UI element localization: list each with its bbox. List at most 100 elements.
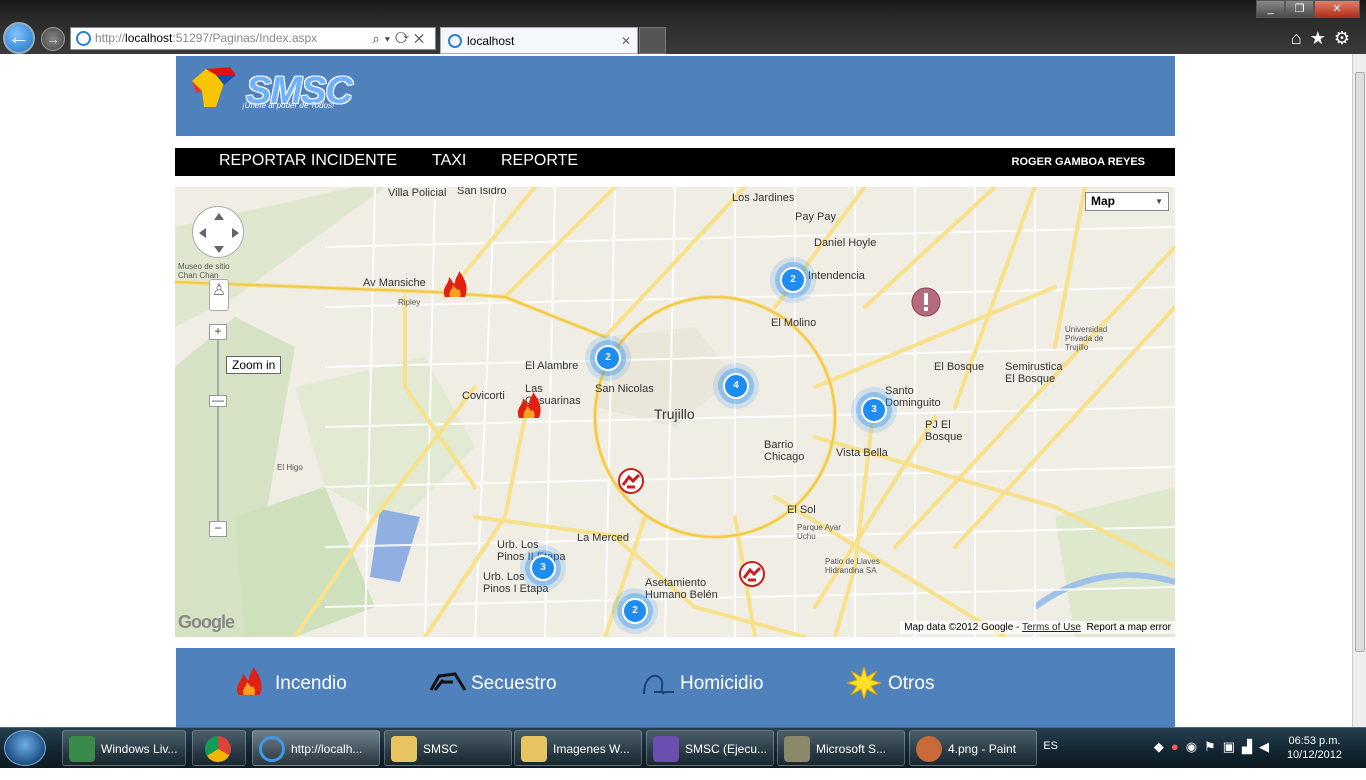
taskbar-smsc-folder[interactable]: SMSC <box>384 730 512 766</box>
chevron-down-icon: ▼ <box>1155 197 1163 206</box>
tab-title: localhost <box>467 34 515 48</box>
zoom-out-button[interactable]: − <box>209 521 227 537</box>
browser-tab[interactable]: localhost ✕ <box>440 27 638 54</box>
homicide-icon[interactable] <box>617 467 645 495</box>
zoom-slider-handle[interactable]: — <box>209 394 227 407</box>
taskbar-chrome[interactable] <box>192 730 246 766</box>
report-error-link[interactable]: Report a map error <box>1087 622 1171 633</box>
visual-studio-icon <box>653 736 679 762</box>
pegman-icon[interactable]: ♙ <box>209 279 229 311</box>
burst-icon <box>847 667 881 699</box>
user-name: ROGER GAMBOA REYES <box>1011 156 1145 168</box>
map-label: La Merced <box>577 532 629 544</box>
network-icon[interactable]: ◉ <box>1186 739 1204 754</box>
map-label: Los Jardines <box>732 192 795 204</box>
back-button[interactable]: ← <box>3 22 35 54</box>
map-label: Av Mansiche <box>363 277 426 289</box>
start-button[interactable] <box>4 730 46 766</box>
page-scrollbar[interactable] <box>1352 54 1366 727</box>
taskbar-sql-server[interactable]: Microsoft S... <box>777 730 905 766</box>
incident-cluster[interactable]: 2 <box>595 345 621 371</box>
ie-icon <box>259 736 285 762</box>
incident-cluster[interactable]: 2 <box>622 598 648 624</box>
incident-map[interactable]: Villa Policial San Isidro Los Jardines P… <box>175 187 1175 637</box>
legend-incendio: Incendio <box>275 673 347 694</box>
taskbar-paint[interactable]: 4.png - Paint <box>909 730 1037 766</box>
browser-toolbar-icons: ⌂★⚙ <box>1291 28 1358 49</box>
volume-icon[interactable]: ◀ <box>1259 739 1276 754</box>
clock-time: 06:53 p.m. <box>1288 735 1341 747</box>
homicide-icon <box>643 674 674 695</box>
map-type-select[interactable]: Map ▼ <box>1085 192 1169 211</box>
homicide-icon[interactable] <box>738 560 766 588</box>
url-prefix: http:// <box>95 31 126 45</box>
map-label: Semirustica El Bosque <box>1005 361 1063 385</box>
pan-control[interactable] <box>192 206 244 258</box>
incident-cluster[interactable]: 4 <box>723 373 749 399</box>
language-indicator[interactable]: ES <box>1043 740 1058 752</box>
ie-icon <box>448 34 462 48</box>
map-type-value: Map <box>1091 194 1115 208</box>
incident-legend: Incendio Secuestro Homicidio Otros <box>176 648 1175 727</box>
clock[interactable]: 06:53 p.m. 10/12/2012 <box>1287 734 1342 762</box>
map-label: Asetamiento Humano Belén <box>645 577 718 601</box>
menu-reporte[interactable]: REPORTE <box>501 152 578 170</box>
map-label: Villa Policial <box>388 187 447 199</box>
device-icon[interactable]: ▣ <box>1223 739 1242 754</box>
map-label: Barrio Chicago <box>764 439 805 463</box>
fire-icon[interactable] <box>515 392 543 420</box>
main-menu: REPORTAR INCIDENTE TAXI REPORTE ROGER GA… <box>175 148 1175 176</box>
map-label: Covicorti <box>462 390 505 402</box>
address-bar[interactable]: http://localhost:51297/Paginas/Index.asp… <box>70 27 436 50</box>
taskbar-windows-live[interactable]: Windows Liv... <box>62 730 186 766</box>
zoom-in-button[interactable]: + <box>209 324 227 340</box>
close-window-button[interactable]: ✕ <box>1314 0 1360 18</box>
fire-icon <box>237 667 262 695</box>
scrollbar-thumb[interactable] <box>1355 72 1365 652</box>
map-label: Ripley <box>398 298 421 307</box>
minimize-button[interactable]: _ <box>1256 0 1285 18</box>
folder-icon <box>521 736 547 762</box>
map-data-credit: Map data ©2012 Google - <box>904 622 1020 633</box>
address-tools-icon[interactable]: ⌕▾⟳✕ <box>372 28 429 49</box>
home-icon[interactable]: ⌂ <box>1291 28 1310 48</box>
map-label: San Isidro <box>457 187 507 197</box>
map-attribution: Map data ©2012 Google - Terms of Use Rep… <box>900 621 1175 634</box>
map-label: El Alambre <box>525 360 579 372</box>
favorites-icon[interactable]: ★ <box>1310 28 1334 48</box>
clock-date: 10/12/2012 <box>1286 749 1342 761</box>
url-rest: :51297/Paginas/Index.aspx <box>172 31 318 45</box>
menu-taxi[interactable]: TAXI <box>432 152 466 170</box>
dropbox-icon[interactable]: ◆ <box>1154 739 1171 754</box>
warning-icon[interactable]: ● <box>1171 739 1186 754</box>
logo-tagline: ¡Únete al poder de Todos! <box>242 101 335 110</box>
flag-icon[interactable]: ⚑ <box>1204 739 1223 754</box>
forward-button[interactable]: → <box>41 27 65 51</box>
taskbar-visual-studio[interactable]: SMSC (Ejecu... <box>646 730 774 766</box>
ie-icon <box>76 31 91 46</box>
page-content: SMSC ¡Únete al poder de Todos! REPORTAR … <box>0 54 1352 727</box>
folder-icon <box>391 736 417 762</box>
windows-live-icon <box>69 736 95 762</box>
close-tab-icon[interactable]: ✕ <box>621 28 631 54</box>
menu-reportar-incidente[interactable]: REPORTAR INCIDENTE <box>219 152 397 170</box>
new-tab-button[interactable] <box>639 27 666 54</box>
zoom-slider-track[interactable] <box>217 340 219 521</box>
system-tray-icons: ◆●◉⚑▣▟◀ <box>1154 739 1276 780</box>
map-label: Museo de sitio Chan Chan <box>178 262 230 280</box>
terms-link[interactable]: Terms of Use <box>1022 622 1081 633</box>
alert-icon[interactable] <box>911 287 941 317</box>
paint-icon <box>916 736 942 762</box>
incident-cluster[interactable]: 3 <box>861 397 887 423</box>
restore-button[interactable]: ❐ <box>1285 0 1314 18</box>
taskbar-imagenes-folder[interactable]: Imagenes W... <box>514 730 642 766</box>
gear-icon[interactable]: ⚙ <box>1334 28 1358 48</box>
signal-icon[interactable]: ▟ <box>1242 739 1259 754</box>
map-label: El Sol <box>787 504 816 516</box>
incident-cluster[interactable]: 3 <box>530 555 556 581</box>
map-label: Parque Ayar Uchu <box>797 523 841 541</box>
map-label: Santo Dominguito <box>885 385 941 409</box>
incident-cluster[interactable]: 2 <box>780 267 806 293</box>
fire-icon[interactable] <box>441 271 469 299</box>
taskbar-ie[interactable]: http://localh... <box>252 730 380 766</box>
